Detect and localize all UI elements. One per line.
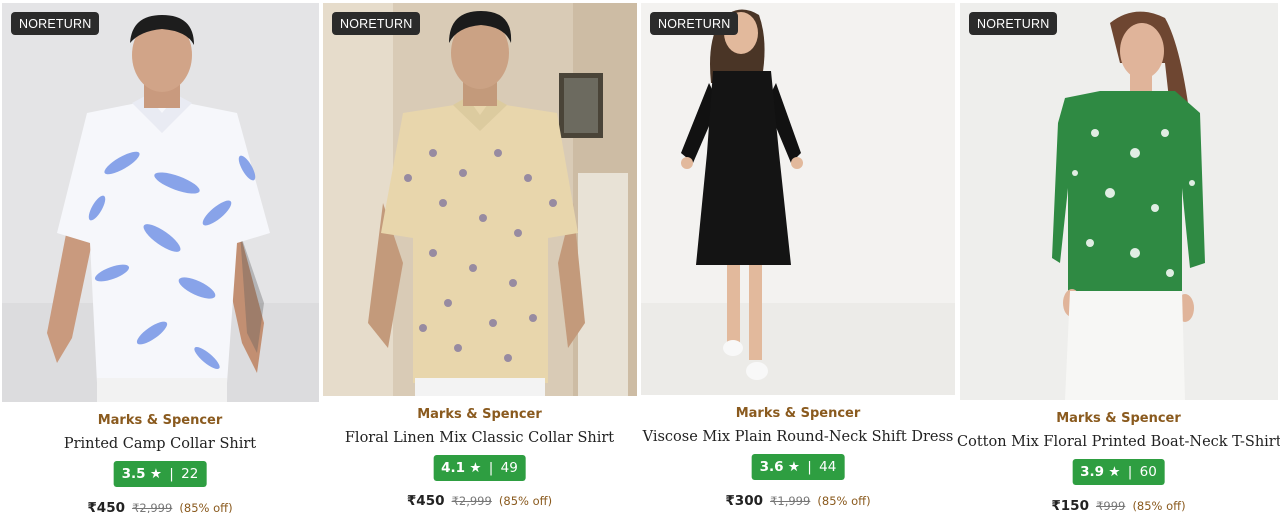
product-grid: NORETURN Marks & Spencer Printed Camp Co… <box>0 0 1280 513</box>
product-image[interactable]: NORETURN <box>641 3 955 395</box>
review-count: 60 <box>1139 464 1157 480</box>
star-icon: ★ <box>149 466 162 482</box>
product-name[interactable]: Printed Camp Collar Shirt <box>0 436 320 452</box>
rating-value: 3.9 <box>1080 464 1105 480</box>
product-card[interactable]: NORETURN Marks & Spencer Viscose Mix Pla… <box>639 0 957 513</box>
product-name[interactable]: Cotton Mix Floral Printed Boat-Neck T-Sh… <box>957 434 1280 450</box>
price-row: ₹300 ₹1,999 (85% off) <box>639 490 957 509</box>
discount-percent: (85% off) <box>179 501 233 513</box>
product-image[interactable]: NORETURN <box>2 3 319 402</box>
star-icon: ★ <box>1108 464 1121 480</box>
noreturn-badge: NORETURN <box>650 12 739 35</box>
noreturn-badge: NORETURN <box>332 12 421 35</box>
product-brand: Marks & Spencer <box>97 413 223 428</box>
product-card[interactable]: NORETURN Marks & Spencer Printed Camp Co… <box>0 0 320 513</box>
original-price: ₹999 <box>1096 499 1126 513</box>
price-row: ₹150 ₹999 (85% off) <box>957 495 1280 513</box>
product-name[interactable]: Viscose Mix Plain Round-Neck Shift Dress <box>639 429 957 445</box>
rating-badge: 3.6 ★ | 44 <box>751 454 845 480</box>
rating-value: 4.1 <box>441 460 466 476</box>
rating-separator: | <box>1127 464 1133 480</box>
selling-price: ₹300 <box>725 493 763 509</box>
original-price: ₹2,999 <box>132 501 173 513</box>
discount-percent: (85% off) <box>1132 499 1186 513</box>
rating-badge: 4.1 ★ | 49 <box>433 455 526 481</box>
product-brand: Marks & Spencer <box>417 407 542 422</box>
discount-percent: (85% off) <box>498 494 553 508</box>
rating-separator: | <box>488 460 494 476</box>
selling-price: ₹450 <box>406 493 445 509</box>
review-count: 44 <box>819 459 837 475</box>
product-card[interactable]: NORETURN Marks & Spencer Floral Linen Mi… <box>320 0 639 513</box>
product-brand: Marks & Spencer <box>1056 411 1181 426</box>
review-count: 22 <box>181 466 199 482</box>
price-row: ₹450 ₹2,999 (85% off) <box>320 490 639 509</box>
selling-price: ₹450 <box>87 500 125 513</box>
original-price: ₹2,999 <box>451 494 492 508</box>
review-count: 49 <box>500 460 518 476</box>
star-icon: ★ <box>469 460 482 476</box>
noreturn-badge: NORETURN <box>969 12 1058 35</box>
rating-value: 3.5 <box>121 466 146 482</box>
rating-value: 3.6 <box>759 459 784 475</box>
original-price: ₹1,999 <box>770 494 811 508</box>
selling-price: ₹150 <box>1051 498 1089 513</box>
product-image[interactable]: NORETURN <box>960 3 1278 400</box>
rating-separator: | <box>807 459 812 475</box>
product-card[interactable]: NORETURN Marks & Spencer Cotton Mix Flor… <box>957 0 1280 513</box>
rating-separator: | <box>169 466 174 482</box>
price-row: ₹450 ₹2,999 (85% off) <box>0 497 320 513</box>
product-name[interactable]: Floral Linen Mix Classic Collar Shirt <box>320 430 639 446</box>
discount-percent: (85% off) <box>817 494 871 508</box>
star-icon: ★ <box>787 459 800 475</box>
rating-badge: 3.9 ★ | 60 <box>1072 459 1165 485</box>
noreturn-badge: NORETURN <box>11 12 100 35</box>
product-image[interactable]: NORETURN <box>323 3 637 396</box>
rating-badge: 3.5 ★ | 22 <box>113 461 207 487</box>
product-brand: Marks & Spencer <box>735 406 861 421</box>
